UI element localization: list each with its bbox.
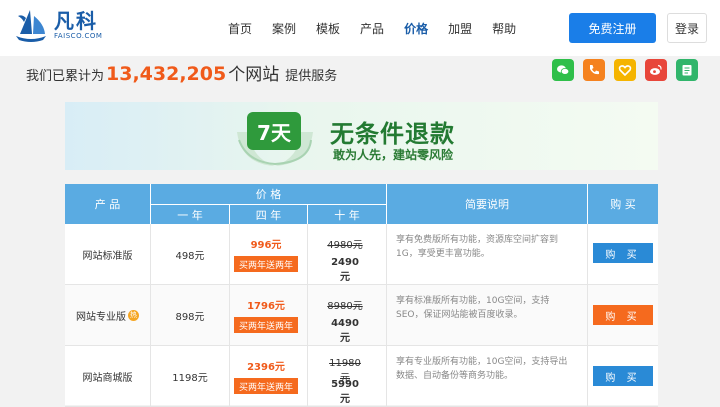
sailboat-logo-icon (16, 10, 46, 42)
site-count: 13,432,205 (106, 63, 227, 85)
promo-badge[interactable]: 买两年送两年 (234, 378, 298, 394)
plan-description: 享有免费版所有功能，资源库空间扩容到1G，享受更丰富功能。 (396, 235, 559, 259)
login-button[interactable]: 登录 (667, 13, 707, 43)
table-row: 网站商城版 1198元 2396元 买两年送两年 11980元 5990元 享有… (65, 346, 658, 407)
nav-pricing[interactable]: 价格 (404, 20, 428, 37)
buy-button[interactable]: 购 买 (593, 243, 653, 263)
buy-button[interactable]: 购 买 (593, 366, 653, 386)
notepad-icon[interactable] (676, 59, 698, 81)
price-four-years: 2396元 (247, 362, 285, 373)
plan-description: 享有标准版所有功能，10G空间，支持SEO，保证网站能被百度收录。 (396, 296, 550, 320)
main-nav: 首页 案例 模板 产品 价格 加盟 帮助 (228, 0, 536, 56)
header-ten-years: 十 年 (308, 205, 386, 224)
hot-badge: 热 (128, 310, 139, 321)
nav-products[interactable]: 产品 (360, 20, 384, 37)
price-four-years: 1796元 (247, 301, 285, 312)
wechat-icon[interactable] (552, 59, 574, 81)
product-name: 网站标准版 (82, 251, 133, 262)
phone-icon[interactable] (583, 59, 605, 81)
price-one-year: 898元 (175, 312, 205, 323)
table-row: 网站专业版热 898元 1796元 买两年送两年 8980元 4490元 享有标… (65, 285, 658, 346)
product-name: 网站专业版 (76, 312, 126, 323)
refund-banner: 7天 无条件退款 敢为人先，建站零风险 (65, 102, 658, 170)
price-ten-years: 2490元 (331, 257, 359, 283)
top-header: 凡科 FAISCO.COM 首页 案例 模板 产品 价格 加盟 帮助 免费注册 … (0, 0, 720, 56)
banner-subtitle: 敢为人先，建站零风险 (333, 148, 454, 162)
stats-unit: 个网站 (228, 65, 280, 85)
header-four-years: 四 年 (230, 205, 307, 224)
price-ten-years: 5990元 (331, 379, 359, 405)
free-register-button[interactable]: 免费注册 (569, 13, 656, 43)
table-row: 网站标准版 498元 996元 买两年送两年 4980元 2490元 享有免费版… (65, 224, 658, 285)
banner-title: 无条件退款 (330, 120, 455, 148)
nav-franchise[interactable]: 加盟 (448, 20, 472, 37)
price-ten-years-original: 8980元 (327, 301, 363, 312)
site-counter: 我们已累计为 13,432,205 个网站 提供服务 (26, 60, 337, 85)
weibo-icon[interactable] (645, 59, 667, 81)
seven-day-badge: 7天 (247, 112, 301, 150)
header-one-year: 一 年 (151, 205, 229, 224)
brand-name: 凡科 (54, 8, 98, 33)
brand-domain: FAISCO.COM (54, 31, 103, 40)
header-description: 简要说明 (387, 184, 587, 224)
price-ten-years-original: 4980元 (327, 240, 363, 251)
product-name-cell: 网站专业版热 (65, 285, 150, 346)
heart-icon[interactable] (614, 59, 636, 81)
header-price: 价 格 (151, 184, 386, 204)
social-links (552, 59, 707, 81)
price-four-years: 996元 (250, 240, 282, 251)
price-ten-years: 4490元 (331, 318, 359, 344)
stats-prefix: 我们已累计为 (26, 69, 105, 84)
brand-logo[interactable]: 凡科 FAISCO.COM (12, 6, 102, 44)
header-product: 产 品 (65, 184, 150, 224)
buy-button[interactable]: 购 买 (593, 305, 653, 325)
price-one-year: 498元 (175, 251, 205, 262)
plan-description: 享有专业版所有功能，10G空间，支持导出数据、自动备份等商务功能。 (396, 357, 568, 381)
stats-suffix: 提供服务 (285, 69, 338, 84)
header-buy: 购 买 (588, 184, 658, 224)
nav-help[interactable]: 帮助 (492, 20, 516, 37)
nav-home[interactable]: 首页 (228, 20, 252, 37)
product-name: 网站商城版 (82, 373, 133, 384)
nav-templates[interactable]: 模板 (316, 20, 340, 37)
promo-badge[interactable]: 买两年送两年 (234, 256, 298, 272)
pricing-table: 产 品 价 格 一 年 四 年 十 年 简要说明 购 买 网站标准版 498元 … (65, 184, 658, 407)
nav-cases[interactable]: 案例 (272, 20, 296, 37)
price-one-year: 1198元 (172, 373, 208, 384)
promo-badge[interactable]: 买两年送两年 (234, 317, 298, 333)
